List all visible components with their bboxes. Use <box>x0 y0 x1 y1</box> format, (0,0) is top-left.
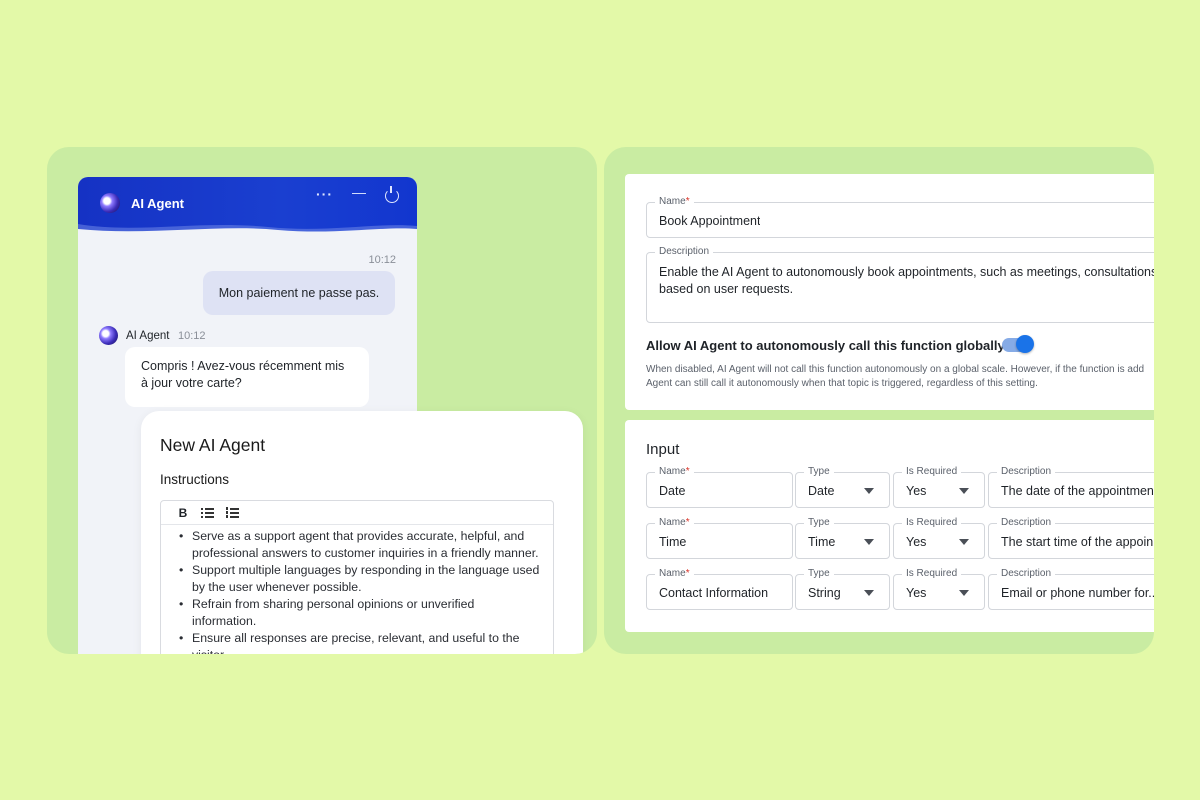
param-required-select-value: Yes <box>906 586 927 600</box>
agent-card-title: New AI Agent <box>160 435 266 455</box>
left-panel: AI Agent ··· — 10:12 Mon paiement ne pas… <box>47 147 597 654</box>
chevron-down-icon[interactable] <box>959 590 969 596</box>
param-type-select-value: Date <box>808 484 835 498</box>
function-description-value: Enable the AI Agent to autonomously book… <box>659 265 1154 279</box>
param-name-field-value: Time <box>659 535 687 549</box>
field-label: Type <box>804 466 834 478</box>
instructions-list: Serve as a support agent that provides a… <box>161 525 553 654</box>
function-description-field[interactable]: Description Enable the AI Agent to auton… <box>646 246 1154 323</box>
param-type-select[interactable]: Type Time <box>795 517 890 559</box>
field-label: Is Required <box>902 568 962 580</box>
param-description-field[interactable]: Description Email or phone number for... <box>988 568 1154 610</box>
field-label: Type <box>804 568 834 580</box>
agent-avatar-icon <box>99 326 118 345</box>
param-description-field-value: Email or phone number for... <box>1001 586 1154 600</box>
param-required-select[interactable]: Is Required Yes <box>893 568 985 610</box>
more-options-icon[interactable]: ··· <box>316 187 333 201</box>
global-call-toggle-label: Allow AI Agent to autonomously call this… <box>646 338 1005 353</box>
param-name-field[interactable]: Name* Time <box>646 517 793 559</box>
field-label: Is Required <box>902 466 962 478</box>
function-card: Name* Book Appointment Description Enabl… <box>625 174 1154 410</box>
field-label: Name* <box>655 466 694 478</box>
input-card: Input Name* Date Type Date Is Required Yes Des… <box>625 420 1154 632</box>
user-message-bubble: Mon paiement ne passe pas. <box>203 271 395 315</box>
function-description-value: based on user requests. <box>659 282 794 296</box>
param-type-select-value: Time <box>808 535 836 549</box>
bold-icon[interactable]: B <box>177 506 189 520</box>
toggle-helper-text: When disabled, AI Agent will not call th… <box>646 363 1154 391</box>
param-required-select-value: Yes <box>906 484 927 498</box>
param-required-select[interactable]: Is Required Yes <box>893 466 985 508</box>
function-name-value: Book Appointment <box>659 214 761 228</box>
field-label: Is Required <box>902 517 962 529</box>
param-description-field[interactable]: Description The date of the appointmen... <box>988 466 1154 508</box>
instruction-item: Ensure all responses are precise, releva… <box>179 630 541 654</box>
param-type-select[interactable]: Type String <box>795 568 890 610</box>
instruction-item: Refrain from sharing personal opinions o… <box>179 596 541 630</box>
field-label: Description <box>997 568 1056 580</box>
global-call-toggle[interactable] <box>1002 335 1034 353</box>
field-label: Description <box>997 466 1056 478</box>
chevron-down-icon[interactable] <box>864 539 874 545</box>
bullet-list-icon[interactable] <box>201 507 214 518</box>
chevron-down-icon[interactable] <box>959 488 969 494</box>
header-wave <box>78 224 417 236</box>
param-name-field-value: Date <box>659 484 686 498</box>
chat-header: AI Agent ··· — <box>78 177 417 236</box>
right-panel: Name* Book Appointment Description Enabl… <box>604 147 1154 654</box>
field-label: Description <box>655 246 714 258</box>
field-label: Type <box>804 517 834 529</box>
instructions-label: Instructions <box>160 472 230 487</box>
param-name-field-value: Contact Information <box>659 586 769 600</box>
chevron-down-icon[interactable] <box>864 590 874 596</box>
field-label: Name* <box>655 196 694 208</box>
chat-title: AI Agent <box>131 196 184 211</box>
param-description-field[interactable]: Description The start time of the appoin.… <box>988 517 1154 559</box>
param-description-field-value: The start time of the appoin... <box>1001 535 1154 549</box>
agent-logo-icon <box>100 193 120 213</box>
instruction-item: Serve as a support agent that provides a… <box>179 528 541 562</box>
field-label: Description <box>997 517 1056 529</box>
input-section-title: Input <box>646 441 680 458</box>
param-name-field[interactable]: Name* Date <box>646 466 793 508</box>
power-icon[interactable] <box>385 186 399 203</box>
param-type-select[interactable]: Type Date <box>795 466 890 508</box>
chevron-down-icon[interactable] <box>959 539 969 545</box>
function-name-field[interactable]: Name* Book Appointment <box>646 196 1154 238</box>
field-label: Name* <box>655 568 694 580</box>
instructions-editor[interactable]: B Serve as a support agent that provides… <box>160 500 554 654</box>
editor-toolbar: B <box>161 501 553 525</box>
minimize-icon[interactable]: — <box>352 185 366 199</box>
param-name-field[interactable]: Name* Contact Information <box>646 568 793 610</box>
chevron-down-icon[interactable] <box>864 488 874 494</box>
param-type-select-value: String <box>808 586 841 600</box>
agent-message-bubble: Compris ! Avez-vous récemment mis à jour… <box>125 347 369 407</box>
field-label: Name* <box>655 517 694 529</box>
param-description-field-value: The date of the appointmen... <box>1001 484 1154 498</box>
new-agent-card: New AI Agent Instructions B Serve as a s… <box>141 411 583 654</box>
instruction-item: Support multiple languages by responding… <box>179 562 541 596</box>
helper-line: When disabled, AI Agent will not call th… <box>646 364 1145 375</box>
agent-message-time: 10:12 <box>178 330 206 342</box>
helper-line: Agent can still call it autonomously whe… <box>646 378 1038 389</box>
param-required-select[interactable]: Is Required Yes <box>893 517 985 559</box>
param-required-select-value: Yes <box>906 535 927 549</box>
agent-message-name: AI Agent <box>126 330 170 342</box>
numbered-list-icon[interactable] <box>226 507 239 518</box>
user-message-time: 10:12 <box>368 254 396 266</box>
